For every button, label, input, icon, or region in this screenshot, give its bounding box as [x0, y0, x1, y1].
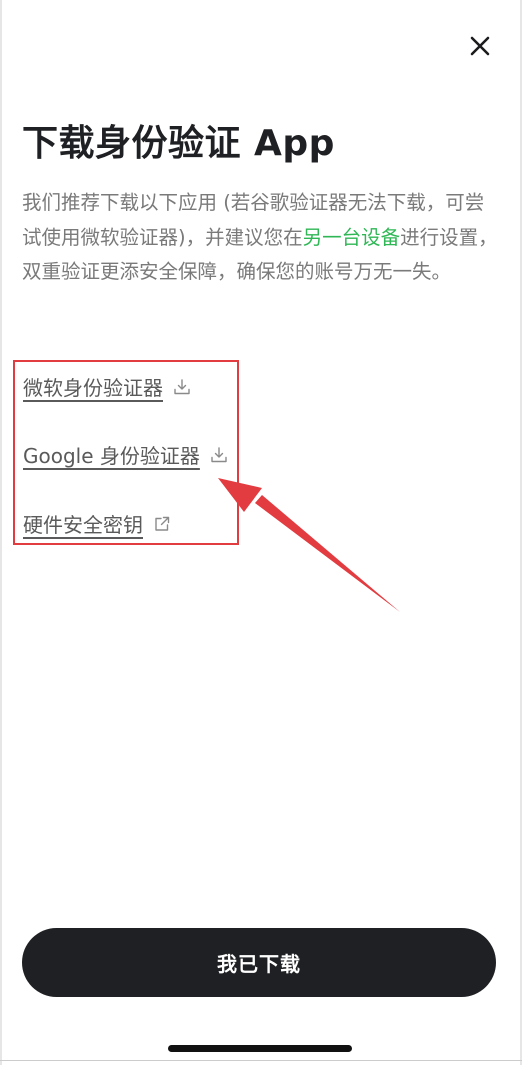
hardware-security-key-link[interactable]: 硬件安全密钥 — [23, 509, 171, 538]
another-device-link[interactable]: 另一台设备 — [303, 226, 401, 249]
description-text: 我们推荐下载以下应用 (若谷歌验证器无法下载，可尝试使用微软验证器)，并建议您在… — [22, 186, 502, 290]
link-label[interactable]: 硬件安全密钥 — [23, 509, 143, 538]
google-authenticator-link[interactable]: Google 身份验证器 — [23, 440, 228, 469]
microsoft-authenticator-link[interactable]: 微软身份验证器 — [23, 372, 191, 401]
link-label[interactable]: Google 身份验证器 — [23, 440, 200, 469]
close-icon[interactable] — [466, 32, 494, 60]
home-indicator — [168, 1045, 352, 1052]
downloaded-button-label: 我已下载 — [217, 952, 301, 976]
link-label[interactable]: 微软身份验证器 — [23, 372, 163, 401]
bottom-divider — [0, 1060, 522, 1061]
external-link-icon — [155, 516, 170, 531]
download-icon — [211, 446, 227, 462]
frame-edge-left — [0, 0, 2, 1065]
close-button[interactable] — [466, 32, 494, 60]
page-title: 下载身份验证 App — [22, 123, 335, 164]
download-icon — [174, 378, 190, 394]
downloaded-button[interactable]: 我已下载 — [22, 928, 496, 997]
